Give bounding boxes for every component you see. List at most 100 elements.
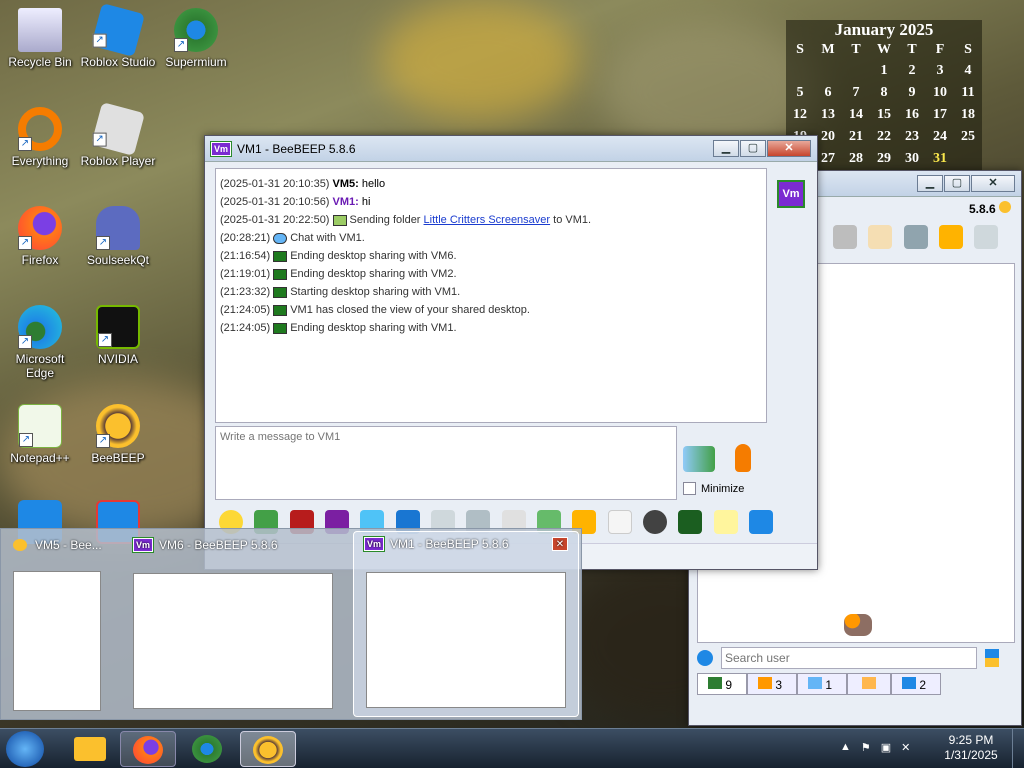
minimize-button[interactable]: ▁ (917, 175, 943, 192)
desktop-icon-label: Firefox (21, 253, 59, 267)
desktop-icon-soulseek[interactable]: ↗ SoulseekQt (78, 206, 158, 267)
folder-send-icon (332, 214, 347, 226)
desktop-icon-recycle-bin[interactable]: Recycle Bin (0, 8, 80, 69)
volume-muted-icon[interactable]: ✕ (901, 741, 910, 754)
calendar-day: 8 (880, 85, 888, 100)
groups-icon (758, 677, 772, 689)
beebeep-icon (999, 201, 1011, 213)
message-text: Ending desktop sharing with VM6. (290, 250, 457, 262)
chevron-up-icon[interactable]: ▲ (840, 741, 851, 754)
close-button[interactable]: ✕ (971, 175, 1015, 192)
tools-icon[interactable] (903, 225, 928, 249)
calendar-day: 2 (908, 63, 916, 78)
message-time: (2025-01-31 20:10:56) (220, 196, 333, 208)
roblox-studio-icon: ↗ (91, 3, 145, 57)
soulseek-icon: ↗ (96, 206, 140, 250)
desktop-icon-supermium[interactable]: ↗ Supermium (156, 8, 236, 69)
minimize-button[interactable]: ▁ (713, 140, 739, 157)
message-time: (2025-01-31 20:10:35) (220, 178, 333, 190)
taskbar-firefox[interactable] (120, 731, 176, 767)
chat-message: (21:19:01) Ending desktop sharing with V… (220, 265, 762, 283)
note-icon[interactable] (868, 225, 893, 249)
show-desktop-button[interactable] (1012, 729, 1024, 768)
tab-count: 3 (775, 678, 783, 692)
network-icon[interactable]: ▣ (881, 741, 891, 754)
network-icon (902, 677, 916, 689)
maximize-button[interactable]: ▢ (740, 140, 766, 157)
desktop-icon-roblox-player[interactable]: ↗ Roblox Player (78, 102, 158, 168)
preview-vm5[interactable]: VM5 - Bee... (5, 535, 117, 715)
desktop-icon-notepadpp[interactable]: ↗ Notepad++ (0, 404, 80, 465)
desktop-share-icon (273, 304, 288, 316)
chats-icon (808, 677, 822, 689)
avatar: Vm (777, 180, 805, 208)
desktop-icon-everything[interactable]: ↗ Everything (0, 107, 80, 168)
desktop-icon-edge[interactable]: ↗ Microsoft Edge (0, 305, 80, 380)
message-time: (21:23:32) (220, 286, 274, 298)
taskbar-supermium[interactable] (180, 731, 236, 767)
tab-groups[interactable]: 3 (747, 673, 797, 695)
message-text: hello (361, 178, 386, 190)
calendar-day (814, 60, 842, 82)
clock[interactable]: 9:25 PM 1/31/2025 (936, 733, 1006, 763)
calendar-day: 16 (905, 107, 919, 122)
message-user: VM1: (332, 196, 362, 208)
calendar-day: 9 (908, 85, 916, 100)
message-text: hi (361, 196, 371, 208)
flag-icon[interactable]: ⚑ (861, 741, 871, 754)
calendar-day: 25 (961, 129, 975, 144)
minimize-checkbox[interactable] (683, 482, 696, 495)
calendar-day: 13 (821, 107, 835, 122)
users-online-icon (708, 677, 722, 689)
supermium-icon: ↗ (174, 8, 218, 52)
note-icon[interactable] (713, 510, 738, 534)
message-time: (21:24:05) (220, 304, 274, 316)
clock-date: 1/31/2025 (944, 748, 998, 762)
close-icon[interactable]: ✕ (552, 537, 568, 551)
desktop-icon-nvidia[interactable]: ↗ NVIDIA (78, 305, 158, 366)
tab-shares[interactable] (847, 673, 891, 695)
edge-icon: ↗ (18, 305, 62, 349)
message-text: Ending desktop sharing with VM2. (290, 268, 457, 280)
message-input[interactable] (215, 426, 677, 500)
nvidia-icon: ↗ (96, 305, 140, 349)
preview-vm1[interactable]: Vm VM1 - BeeBEEP 5.8.6 ✕ (353, 531, 579, 717)
supermium-icon (192, 735, 222, 763)
tab-chats[interactable]: 1 (797, 673, 847, 695)
desktop-icon-roblox-studio[interactable]: ↗ Roblox Studio (78, 3, 158, 69)
chat-message: (21:24:05) VM1 has closed the view of yo… (220, 301, 762, 319)
search-user-input[interactable] (721, 647, 977, 669)
folder-link[interactable]: Little Critters Screensaver (424, 214, 551, 226)
tab-network[interactable]: 2 (891, 673, 941, 695)
desktop-icon-label: Supermium (165, 55, 227, 69)
maximize-button[interactable]: ▢ (944, 175, 970, 192)
start-button[interactable] (6, 731, 44, 767)
close-button[interactable]: ✕ (767, 140, 811, 157)
trash-icon[interactable] (974, 225, 999, 249)
preview-vm6[interactable]: Vm VM6 - BeeBEEP 5.8.6 (125, 535, 345, 715)
calendar-day: 27 (821, 151, 835, 166)
recycle-bin-icon (18, 8, 62, 52)
tab-users[interactable]: 9 (697, 673, 747, 695)
chat-message: (2025-01-31 20:10:56) VM1: hi (220, 193, 762, 211)
folder-icon[interactable] (833, 225, 857, 249)
desktop-share-icon[interactable] (678, 510, 703, 534)
taskbar-explorer[interactable] (62, 731, 118, 767)
system-tray: ▲ ⚑ ▣ ✕ (840, 741, 910, 754)
code-icon[interactable] (607, 510, 632, 534)
microphone-icon[interactable] (735, 444, 751, 472)
user-add-icon[interactable] (939, 225, 964, 249)
send-icon[interactable] (683, 446, 715, 472)
calendar-day (954, 148, 982, 170)
desktop-icon-label: Microsoft Edge (15, 352, 65, 380)
calendar-day: 7 (852, 85, 860, 100)
calendar-day-header: T (851, 42, 861, 57)
save-icon[interactable] (749, 510, 774, 534)
chat-message: (20:28:21) Chat with VM1. (220, 229, 762, 247)
broom-icon[interactable] (985, 649, 999, 667)
taskbar-beebeep[interactable] (240, 731, 296, 767)
camera-icon[interactable] (643, 510, 668, 534)
desktop-icon-firefox[interactable]: ↗ Firefox (0, 206, 80, 267)
desktop-icon-beebeep[interactable]: ↗ BeeBEEP (78, 404, 158, 465)
message-text: Sending folder (349, 214, 424, 226)
